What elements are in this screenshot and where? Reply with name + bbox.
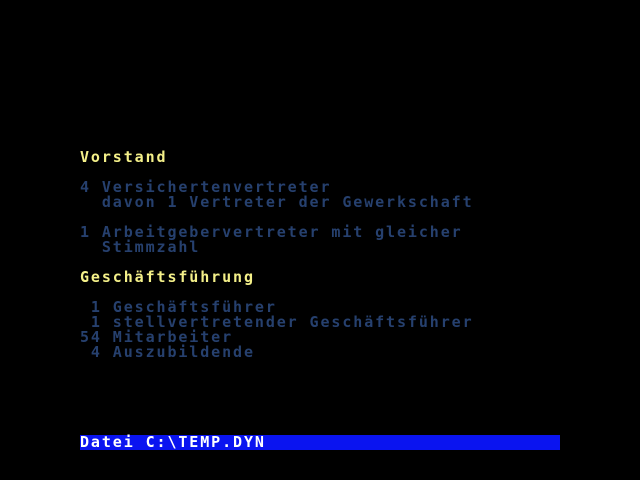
text-line: davon 1 Vertreter der Gewerkschaft (80, 193, 474, 211)
status-bar: Datei C:\TEMP.DYN (80, 435, 560, 450)
section-heading-vorstand: Vorstand (80, 148, 168, 166)
section-heading-geschaeftsfuehrung: Geschäftsführung (80, 268, 255, 286)
text-line: Stimmzahl (80, 238, 201, 256)
status-bar-file-label: Datei C:\TEMP.DYN (80, 433, 266, 451)
text-line: 4 Auszubildende (80, 343, 255, 361)
